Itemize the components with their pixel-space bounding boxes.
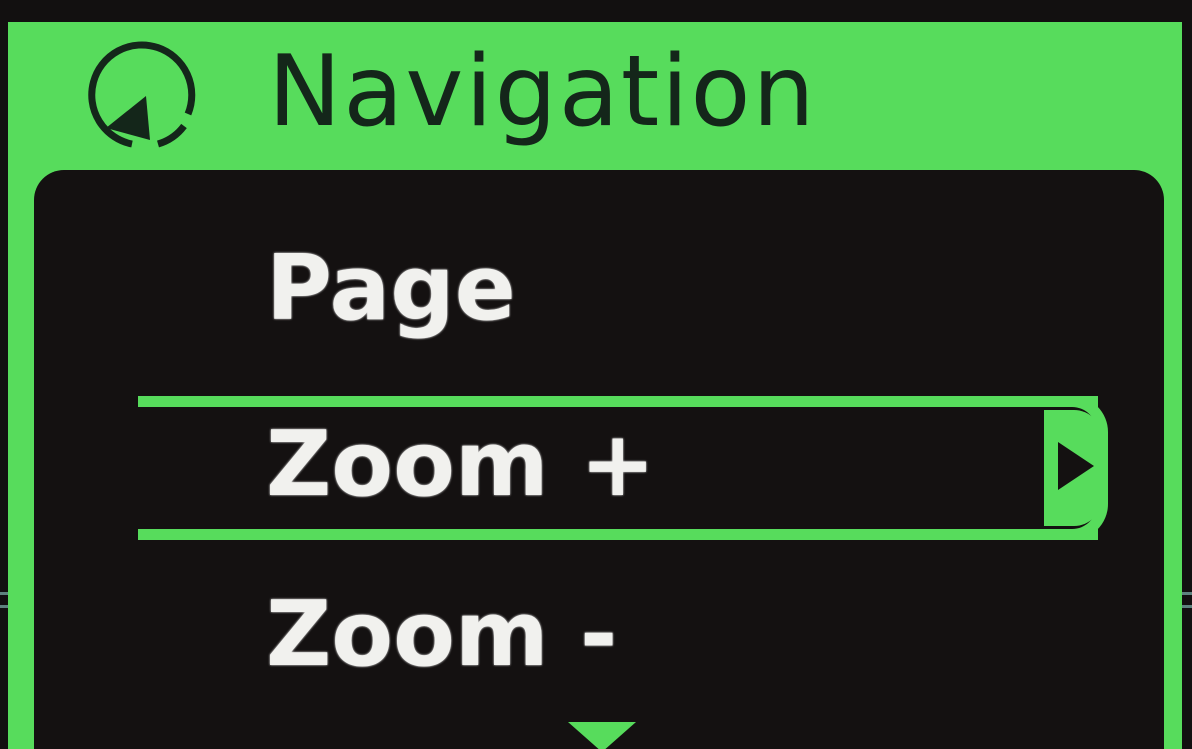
menu-item-label: Page [266, 236, 516, 341]
menu-item-label: Zoom + [266, 412, 656, 517]
menu-list: Page Zoom + Zoom - [34, 170, 1164, 749]
selection-highlight-bottom [138, 529, 1098, 540]
menu-header: Navigation [8, 22, 1182, 170]
menu-item-page[interactable]: Page [34, 220, 1164, 360]
device-screen: Navigation Page Zoom + Zoom - [0, 0, 1192, 749]
menu-item-zoom-out[interactable]: Zoom - [34, 568, 1164, 708]
navigation-compass-icon [88, 41, 196, 148]
page-title: Navigation [268, 35, 817, 149]
menu-item-label: Zoom - [266, 582, 618, 687]
chevron-right-icon[interactable] [1058, 442, 1094, 490]
menu-item-zoom-in[interactable]: Zoom + [34, 396, 1164, 544]
chevron-down-icon[interactable] [568, 722, 636, 749]
menu-window: Navigation Page Zoom + Zoom - [8, 22, 1182, 749]
selection-highlight-top [138, 396, 1098, 407]
